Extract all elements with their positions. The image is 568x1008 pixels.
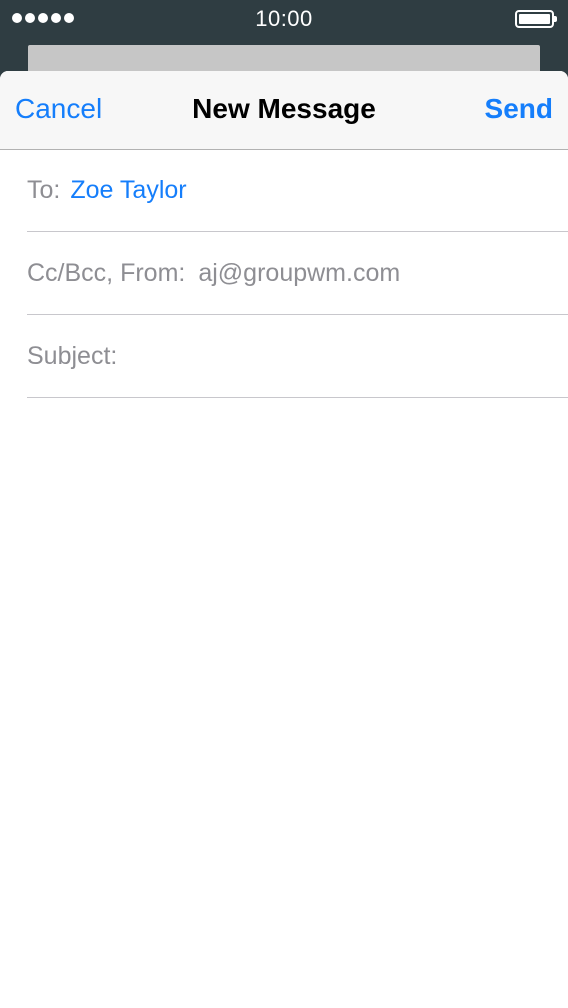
status-time: 10:00 [255, 6, 313, 31]
cc-bcc-from-field[interactable]: Cc/Bcc, From: aj@groupwm.com [27, 232, 568, 315]
page-title: New Message [192, 93, 376, 124]
battery-fill [519, 14, 550, 24]
nav-bar: Cancel New Message Send [0, 71, 568, 150]
to-field[interactable]: To: Zoe Taylor [27, 150, 568, 232]
from-address[interactable]: aj@groupwm.com [198, 259, 400, 288]
message-body[interactable] [27, 401, 553, 1008]
recipient-token[interactable]: Zoe Taylor [70, 176, 186, 205]
to-label: To: [27, 176, 61, 204]
subject-label: Subject: [27, 341, 118, 370]
compose-sheet: Cancel New Message Send To: Zoe Taylor C… [0, 71, 568, 1008]
cc-bcc-from-label: Cc/Bcc, From: [27, 258, 186, 287]
battery-body [515, 10, 554, 28]
status-bar: 10:00 [0, 0, 568, 40]
battery-icon [515, 10, 557, 28]
subject-field[interactable]: Subject: [27, 315, 568, 398]
battery-nub [554, 16, 557, 22]
send-button[interactable]: Send [485, 93, 553, 125]
